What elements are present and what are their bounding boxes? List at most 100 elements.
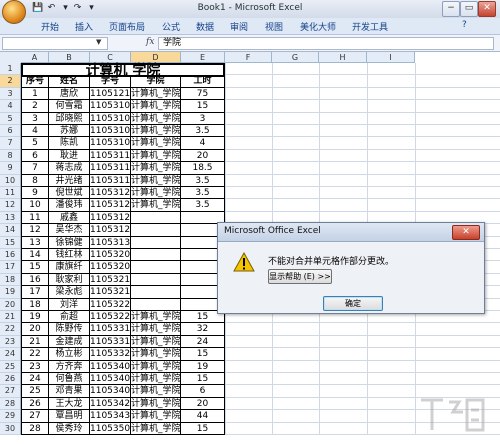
cell-a11[interactable]: 9 [21, 187, 49, 200]
cell-a26[interactable]: 24 [21, 373, 49, 386]
tab-formulas[interactable]: 公式 [162, 20, 180, 33]
help-icon[interactable]: ? [462, 20, 467, 30]
cell-c30[interactable]: 11053503 [90, 422, 131, 435]
cell-c25[interactable]: 11053402 [90, 360, 131, 373]
cell-a14[interactable]: 12 [21, 224, 49, 237]
cell-c11[interactable]: 11053120 [90, 187, 131, 200]
tab-home[interactable]: 开始 [41, 20, 59, 33]
cell-e8[interactable]: 20 [181, 149, 225, 163]
cell-e27[interactable]: 6 [181, 385, 225, 398]
cell-a29[interactable]: 27 [21, 410, 49, 423]
cell-c9[interactable]: 11053114 [90, 162, 131, 175]
column-header-e[interactable]: E [181, 52, 225, 63]
cell-c18[interactable]: 11053212 [90, 273, 131, 287]
row-header-5[interactable]: 5 [0, 112, 21, 125]
row-header-21[interactable]: 21 [0, 311, 21, 324]
cell-e22[interactable]: 32 [181, 323, 225, 336]
row-header-20[interactable]: 20 [0, 298, 21, 311]
cell-c5[interactable]: 11053104 [90, 112, 131, 125]
cell-d8[interactable]: 计算机_学院 [131, 149, 181, 163]
cell-b24[interactable]: 杨立彬 [49, 348, 90, 361]
cell-c26[interactable]: 11053403 [90, 373, 131, 386]
tab-beautify[interactable]: 美化大师 [300, 20, 336, 33]
cell-e6[interactable]: 3.5 [181, 125, 225, 138]
cell-d3[interactable]: 计算机_学院 [131, 87, 181, 101]
cell-b6[interactable]: 苏娜 [49, 125, 90, 138]
row-header-22[interactable]: 22 [0, 323, 21, 336]
cell-a17[interactable]: 15 [21, 261, 49, 274]
column-header-b[interactable]: B [49, 52, 90, 63]
cell-a15[interactable]: 13 [21, 236, 49, 249]
cell-e23[interactable]: 24 [181, 335, 225, 349]
cell-e5[interactable]: 3 [181, 112, 225, 125]
cell-a25[interactable]: 23 [21, 360, 49, 373]
cell-b15[interactable]: 徐锦健 [49, 236, 90, 249]
row-header-29[interactable]: 29 [0, 410, 21, 423]
cell-c14[interactable]: 11053128 [90, 224, 131, 237]
cell-e3[interactable]: 75 [181, 87, 225, 101]
cell-b7[interactable]: 陈凯 [49, 137, 90, 150]
cell-e25[interactable]: 19 [181, 360, 225, 373]
cell-a27[interactable]: 25 [21, 385, 49, 398]
column-header-f[interactable]: F [225, 52, 272, 63]
row-header-10[interactable]: 10 [0, 174, 21, 187]
row-header-6[interactable]: 6 [0, 125, 21, 138]
row-header-30[interactable]: 30 [0, 422, 21, 435]
name-box[interactable] [2, 37, 108, 50]
cell-d20[interactable] [131, 298, 181, 311]
row-header-15[interactable]: 15 [0, 236, 21, 249]
cell-b19[interactable]: 梁永彪 [49, 286, 90, 299]
cell-c13[interactable]: 11053124 [90, 211, 131, 225]
cell-c16[interactable]: 11053203 [90, 249, 131, 262]
cell-c28[interactable]: 11053424 [90, 397, 131, 411]
cell-b16[interactable]: 钱红林 [49, 249, 90, 262]
cell-b25[interactable]: 方齐奔 [49, 360, 90, 373]
cell-d13[interactable] [131, 211, 181, 225]
cell-e26[interactable]: 15 [181, 373, 225, 386]
cell-d4[interactable]: 计算机_学院 [131, 100, 181, 113]
cell-a22[interactable]: 20 [21, 323, 49, 336]
cell-d30[interactable]: 计算机_学院 [131, 422, 181, 435]
cell-d23[interactable]: 计算机_学院 [131, 335, 181, 349]
cell-a4[interactable]: 2 [21, 100, 49, 113]
cell-a5[interactable]: 3 [21, 112, 49, 125]
tab-developer[interactable]: 开发工具 [352, 20, 388, 33]
cell-b17[interactable]: 康旗纤 [49, 261, 90, 274]
cell-b4[interactable]: 何雪霜 [49, 100, 90, 113]
cell-c17[interactable]: 11053205 [90, 261, 131, 274]
cell-c10[interactable]: 11053115 [90, 174, 131, 187]
row-header-14[interactable]: 14 [0, 224, 21, 237]
cell-b21[interactable]: 俞超 [49, 311, 90, 324]
row-header-19[interactable]: 19 [0, 286, 21, 299]
cell-d2[interactable]: 学院 [131, 75, 181, 88]
cell-a21[interactable]: 19 [21, 311, 49, 324]
cell-a8[interactable]: 6 [21, 149, 49, 163]
cell-a6[interactable]: 4 [21, 125, 49, 138]
cell-b2[interactable]: 姓名 [49, 75, 90, 88]
cell-c24[interactable]: 11053324 [90, 348, 131, 361]
cell-d11[interactable]: 计算机_学院 [131, 187, 181, 200]
cell-d26[interactable]: 计算机_学院 [131, 373, 181, 386]
cell-c22[interactable]: 11053310 [90, 323, 131, 336]
cell-e7[interactable]: 4 [181, 137, 225, 150]
row-header-18[interactable]: 18 [0, 273, 21, 287]
cell-e28[interactable]: 20 [181, 397, 225, 411]
cell-d12[interactable]: 计算机_学院 [131, 199, 181, 212]
cell-c27[interactable]: 11053408 [90, 385, 131, 398]
row-header-3[interactable]: 3 [0, 87, 21, 101]
cell-b18[interactable]: 耿家利 [49, 273, 90, 287]
cell-b29[interactable]: 覃昌明 [49, 410, 90, 423]
cell-b5[interactable]: 邱晓熙 [49, 112, 90, 125]
cell-c3[interactable]: 11051218 [90, 87, 131, 101]
tab-view[interactable]: 视图 [265, 20, 283, 33]
cell-e30[interactable]: 15 [181, 422, 225, 435]
row-header-12[interactable]: 12 [0, 199, 21, 212]
cell-b26[interactable]: 何鲁燕 [49, 373, 90, 386]
cell-d27[interactable]: 计算机_学院 [131, 385, 181, 398]
cell-d25[interactable]: 计算机_学院 [131, 360, 181, 373]
cell-b11[interactable]: 倪世斌 [49, 187, 90, 200]
cell-e24[interactable]: 15 [181, 348, 225, 361]
cell-a2[interactable]: 序号 [21, 75, 49, 88]
cell-a23[interactable]: 21 [21, 335, 49, 349]
column-header-g[interactable]: G [272, 52, 319, 63]
